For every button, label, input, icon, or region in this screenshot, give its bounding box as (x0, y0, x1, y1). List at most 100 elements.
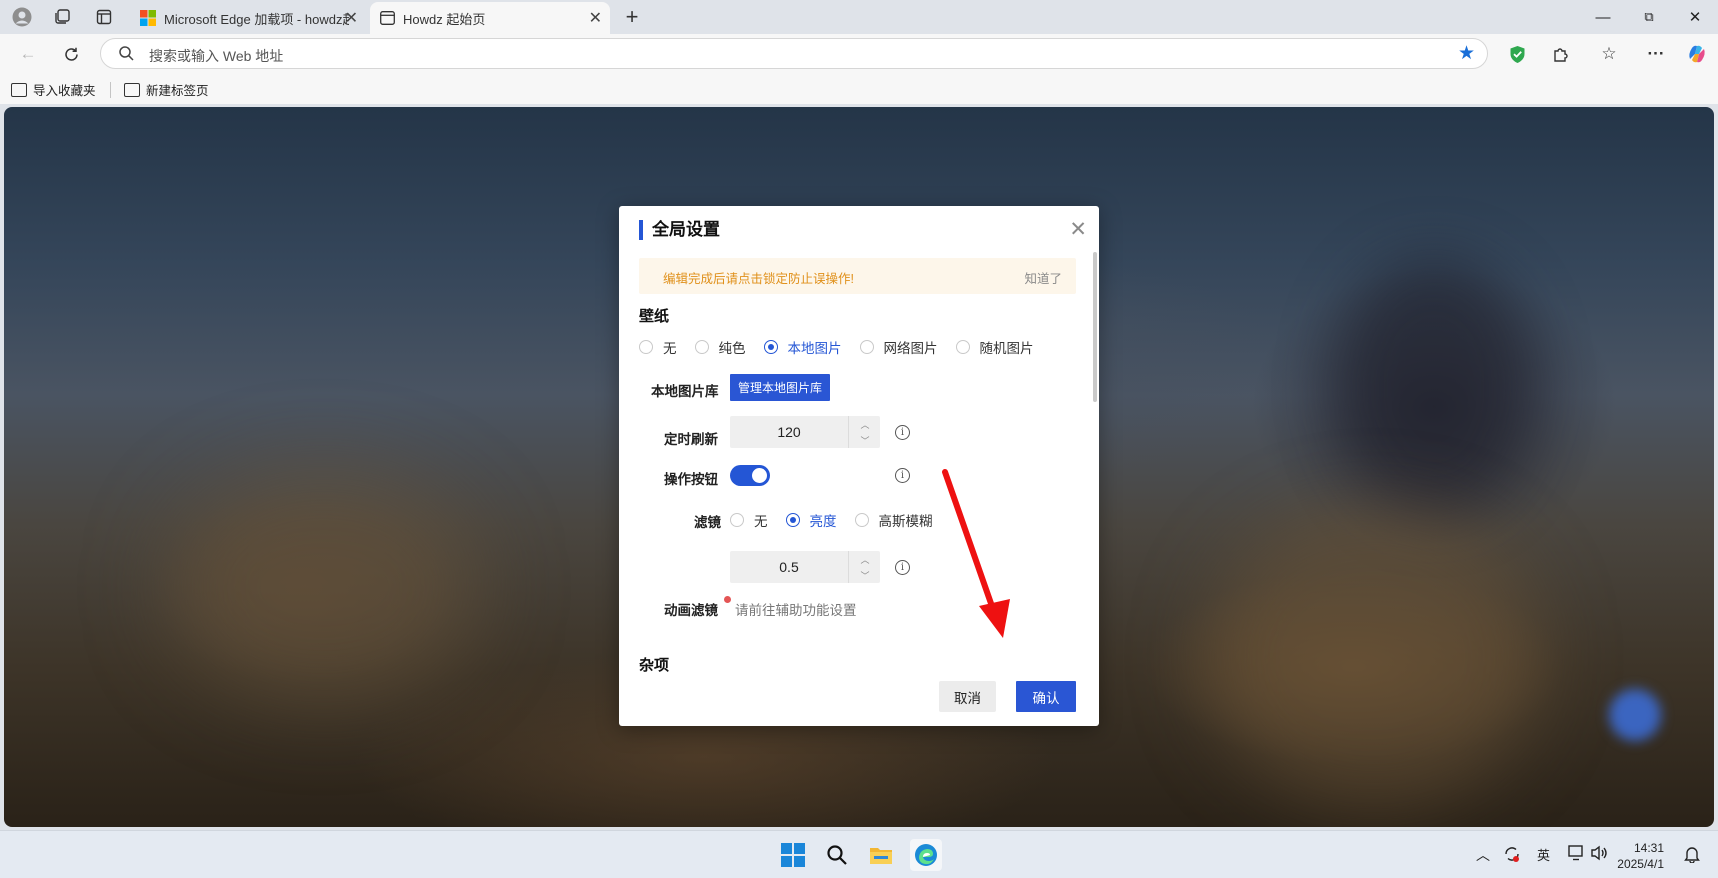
decrement-icon[interactable]: ﹀ (849, 567, 881, 583)
info-icon[interactable]: i (895, 560, 910, 575)
wallpaper-option-local-image[interactable]: 本地图片 (763, 337, 842, 357)
filter-value[interactable]: 0.5 (730, 551, 848, 583)
tab-close-icon[interactable]: ✕ (345, 8, 358, 28)
misc-heading: 杂项 (639, 654, 680, 675)
animation-filter-hint[interactable]: 请前往辅助功能设置 (735, 599, 857, 619)
favorites-button[interactable]: ☆ (1594, 40, 1624, 68)
filter-label: 滤镜 (694, 515, 721, 530)
increment-icon[interactable]: ︿ (849, 551, 881, 567)
wallpaper-option-none[interactable]: 无 (639, 337, 677, 357)
radio-circle (694, 340, 709, 354)
filter-option-none[interactable]: 无 (730, 510, 768, 530)
sync-icon (1505, 847, 1519, 862)
tab-title: Howdz 起始页 (403, 11, 486, 27)
shield-icon (1510, 45, 1524, 63)
start-button[interactable] (777, 839, 809, 871)
tab-edge-addons[interactable]: Microsoft Edge 加载项 - howdz起 ✕ (130, 2, 366, 34)
wallpaper-heading: 壁纸 (639, 305, 680, 326)
minimize-button[interactable]: — (1580, 0, 1626, 34)
notice-dismiss-button[interactable]: 知道了 (1024, 268, 1062, 287)
info-icon[interactable]: i (895, 425, 910, 440)
filter-option-gaussian-blur[interactable]: 高斯模糊 (854, 510, 933, 530)
profile-icon (12, 7, 32, 27)
taskbar-search-button[interactable] (821, 839, 853, 871)
global-settings-dialog: 全局设置 ✕ 编辑完成后请点击锁定防止误操作! 知道了 壁纸 无 纯色 本地图片… (619, 206, 1099, 726)
address-bar[interactable]: 搜索或输入 Web 地址 ★ (100, 38, 1488, 69)
lock-notice-banner: 编辑完成后请点击锁定防止误操作! 知道了 (639, 258, 1076, 294)
extensions-button[interactable] (1546, 40, 1576, 68)
tab-close-icon[interactable]: ✕ (589, 8, 602, 28)
notifications-button[interactable] (1684, 845, 1700, 866)
floating-action-button[interactable] (1609, 689, 1661, 741)
search-icon (119, 46, 134, 61)
close-window-button[interactable]: ✕ (1672, 0, 1718, 34)
sync-tray-icon[interactable] (1503, 845, 1521, 866)
tab-actions-button[interactable] (88, 3, 120, 31)
manage-local-library-button[interactable]: 管理本地图片库 (730, 374, 830, 401)
show-hidden-icons-button[interactable]: ︿ (1476, 845, 1490, 865)
copilot-button[interactable] (1682, 40, 1712, 68)
workspaces-button[interactable] (46, 3, 78, 31)
refresh-interval-value[interactable]: 120 (730, 416, 848, 448)
puzzle-icon (1554, 48, 1568, 62)
profile-button[interactable] (6, 3, 38, 31)
wallpaper-option-random-image[interactable]: 随机图片 (955, 337, 1034, 357)
favorites-item-label: 新建标签页 (146, 84, 209, 98)
auto-refresh-label: 定时刷新 (664, 432, 718, 447)
refresh-icon (64, 47, 78, 61)
browser-toolbar: ← 搜索或输入 Web 地址 ★ ☆ ··· (0, 34, 1718, 74)
filter-option-brightness[interactable]: 亮度 (785, 510, 837, 530)
notice-text: 编辑完成后请点击锁定防止误操作! (663, 272, 854, 286)
import-favorites-icon (11, 82, 27, 97)
dialog-scrollbar[interactable] (1093, 252, 1097, 402)
confirm-button[interactable]: 确认 (1016, 681, 1076, 712)
increment-icon[interactable]: ︿ (849, 416, 881, 432)
filter-radio-group: 无 亮度 高斯模糊 (730, 510, 951, 530)
volume-tray-icon[interactable] (1590, 845, 1608, 864)
favorites-bar: 导入收藏夹 新建标签页 (0, 74, 1718, 104)
favorites-item-import[interactable]: 导入收藏夹 (11, 80, 96, 99)
local-library-label: 本地图片库 (651, 384, 719, 399)
wallpaper-option-solid[interactable]: 纯色 (694, 337, 746, 357)
animation-filter-label: 动画滤镜 (664, 603, 718, 618)
restore-button[interactable]: ⧉ (1626, 0, 1672, 34)
vertical-tabs-icon (96, 9, 112, 25)
chevron-up-icon: ︿ (1476, 847, 1490, 863)
stepper-arrows: ︿ ﹀ (848, 416, 880, 448)
refresh-button[interactable] (56, 40, 86, 68)
clock-date: 2025/4/1 (1617, 857, 1664, 871)
settings-menu-button[interactable]: ··· (1641, 40, 1671, 68)
tab-strip: Microsoft Edge 加载项 - howdz起 ✕ Howdz 起始页 … (0, 0, 1718, 34)
browser-essentials-button[interactable] (1502, 40, 1532, 68)
back-button[interactable]: ← (13, 40, 43, 68)
favorites-item-new-tab[interactable]: 新建标签页 (124, 80, 209, 99)
wallpaper-option-web-image[interactable]: 网络图片 (859, 337, 938, 357)
action-buttons-toggle[interactable] (730, 465, 770, 486)
favorites-list-icon: ☆ (1601, 44, 1617, 63)
cancel-button[interactable]: 取消 (939, 681, 996, 712)
ime-indicator[interactable]: 英 (1537, 845, 1550, 864)
network-icon (1568, 845, 1583, 861)
new-feature-dot (724, 596, 731, 603)
microsoft-logo-icon (140, 10, 156, 26)
action-buttons-label: 操作按钮 (664, 472, 718, 487)
dialog-title: 全局设置 (639, 220, 720, 240)
system-clock[interactable]: 14:31 2025/4/1 (1617, 840, 1664, 872)
page-icon (380, 11, 395, 25)
filter-value-stepper[interactable]: 0.5 ︿ ﹀ (730, 551, 880, 583)
new-tab-button[interactable]: + (616, 3, 648, 31)
windows-logo-icon (781, 843, 805, 867)
more-icon: ··· (1647, 44, 1665, 63)
dialog-close-icon[interactable]: ✕ (1069, 217, 1087, 242)
background-dome-shape (1204, 507, 1544, 807)
decrement-icon[interactable]: ﹀ (849, 432, 881, 448)
tab-howdz[interactable]: Howdz 起始页 ✕ (370, 2, 610, 34)
refresh-interval-stepper[interactable]: 120 ︿ ﹀ (730, 416, 880, 448)
info-icon[interactable]: i (895, 468, 910, 483)
file-explorer-button[interactable] (865, 839, 897, 871)
network-tray-icon[interactable] (1568, 845, 1586, 864)
edge-taskbar-button[interactable] (910, 839, 942, 871)
windows-taskbar: ︿ 英 14:31 2025/4/1 (0, 830, 1718, 878)
plus-icon: + (625, 4, 639, 29)
favorite-star-icon[interactable]: ★ (1458, 42, 1475, 65)
